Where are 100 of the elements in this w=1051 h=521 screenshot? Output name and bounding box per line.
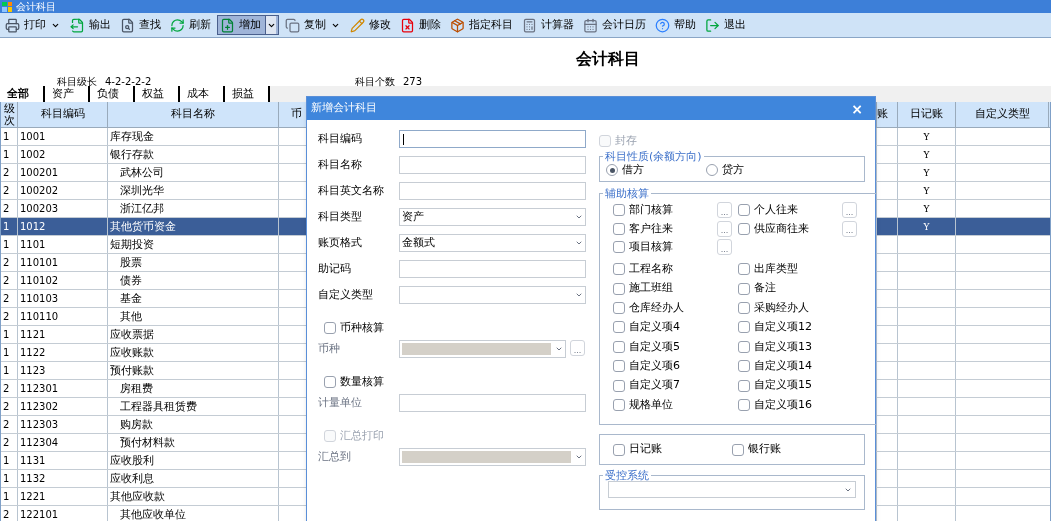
table-cell: 应收账款 xyxy=(110,346,154,359)
checkbox-label: 封存 xyxy=(615,132,637,149)
field-label: 助记码 xyxy=(318,260,352,277)
table-cell: 基金 xyxy=(120,292,142,305)
table-cell: 1101 xyxy=(20,238,46,251)
column-header: 级次 xyxy=(3,102,15,127)
field-label: 科目名称 xyxy=(318,156,363,173)
table-cell: Y xyxy=(923,148,930,161)
checkbox-label: 工程名称 xyxy=(629,260,673,277)
table-cell: Y xyxy=(923,184,930,197)
table-cell: 库存现金 xyxy=(110,130,154,143)
checkbox-label: 日记账 xyxy=(629,441,662,458)
table-cell: 其他 xyxy=(120,310,142,323)
group-legend: 辅助核算 xyxy=(603,188,651,199)
checkbox-label: 施工班组 xyxy=(629,280,673,297)
checkbox-label: 自定义项15 xyxy=(754,377,812,394)
table-cell: 短期投资 xyxy=(110,238,154,251)
checkbox-label: 银行账 xyxy=(748,441,781,458)
table-cell: 1 xyxy=(3,148,10,161)
info-label: 科目级长 xyxy=(57,75,97,87)
info-label: 科目个数 xyxy=(355,75,395,89)
table-cell: 110102 xyxy=(20,274,59,287)
table-cell: 其他应收单位 xyxy=(120,508,186,521)
info-value: 273 xyxy=(403,75,423,89)
table-cell: 股票 xyxy=(120,256,142,269)
table-cell: 应收利息 xyxy=(110,472,154,485)
table-cell: 1121 xyxy=(20,328,46,341)
column-header: 科目编码 xyxy=(40,106,85,123)
table-cell: 购房款 xyxy=(120,418,153,431)
column-header: 自定义类型 xyxy=(974,106,1030,123)
table-cell: 110110 xyxy=(20,310,59,323)
table-cell: 1 xyxy=(3,130,10,143)
table-cell: 工程器具租赁费 xyxy=(120,400,197,413)
table-cell: 预付账款 xyxy=(110,364,154,377)
table-cell: Y xyxy=(923,202,930,215)
table-cell: 2 xyxy=(3,292,10,305)
table-cell: 1122 xyxy=(20,346,46,359)
table-cell: 应收票据 xyxy=(110,328,154,341)
table-cell: 1 xyxy=(3,454,10,467)
table-cell: 1 xyxy=(3,472,10,485)
table-cell: 1221 xyxy=(20,490,46,503)
table-cell: 2 xyxy=(3,256,10,269)
table-cell: 其他应收款 xyxy=(110,490,165,503)
table-cell: 浙江亿邦 xyxy=(120,202,164,215)
table-cell: 112304 xyxy=(20,436,59,449)
table-cell: 112303 xyxy=(20,418,59,431)
table-cell: 100203 xyxy=(20,202,59,215)
table-cell: 100201 xyxy=(20,166,59,179)
radio-label: 借方 xyxy=(622,162,644,178)
table-cell: 2 xyxy=(3,202,10,215)
field-label: 汇总到 xyxy=(318,448,352,465)
table-cell: 应收股利 xyxy=(110,454,154,467)
table-cell: 武林公司 xyxy=(120,166,164,179)
radio-label: 贷方 xyxy=(722,162,744,178)
table-cell: Y xyxy=(923,166,930,179)
column-header: 科目名称 xyxy=(171,106,215,123)
table-cell: 2 xyxy=(3,382,10,395)
table-cell: 110103 xyxy=(20,292,59,305)
checkbox-label: 规格单位 xyxy=(629,396,673,413)
table-cell: 债券 xyxy=(120,274,142,287)
table-cell: 1 xyxy=(3,346,10,359)
checkbox-label: 汇总打印 xyxy=(340,427,384,444)
checkbox-label: 项目核算 xyxy=(629,239,673,255)
table-cell: 1 xyxy=(3,220,10,233)
group-legend: 科目性质(余额方向) xyxy=(603,151,704,162)
table-cell: Y xyxy=(923,220,930,233)
table-cell: 1 xyxy=(3,490,10,503)
table-cell: 122101 xyxy=(20,508,59,521)
table-cell: Y xyxy=(923,130,930,143)
table-cell: 112302 xyxy=(20,400,59,413)
column-header: 账 xyxy=(877,106,888,123)
table-cell: 2 xyxy=(3,418,10,431)
field-label: 科目英文名称 xyxy=(318,182,385,199)
table-cell: 1002 xyxy=(20,148,46,161)
table-cell: 1 xyxy=(3,238,10,251)
field-label: 自定义类型 xyxy=(318,286,374,303)
table-cell: 2 xyxy=(3,400,10,413)
table-cell: 2 xyxy=(3,310,10,323)
table-cell: 2 xyxy=(3,508,10,521)
table-cell: 1 xyxy=(3,364,10,377)
table-cell: 1131 xyxy=(20,454,46,467)
table-cell: 1012 xyxy=(20,220,46,233)
column-header: 币 xyxy=(291,106,302,123)
checkbox-label: 备注 xyxy=(754,280,776,297)
checkbox-label: 部门核算 xyxy=(629,202,673,218)
table-cell: 1123 xyxy=(20,364,46,377)
table-cell: 2 xyxy=(3,436,10,449)
column-header: 日记账 xyxy=(910,106,943,123)
checkbox-label: 客户往来 xyxy=(629,220,673,237)
table-cell: 深圳光华 xyxy=(120,184,164,197)
table-cell: 100202 xyxy=(20,184,59,197)
field-label: 科目编码 xyxy=(318,130,363,147)
field-label: 科目类型 xyxy=(318,208,363,225)
field-label: 计量单位 xyxy=(318,394,363,411)
field-label: 账页格式 xyxy=(318,234,363,251)
checkbox-label: 出库类型 xyxy=(754,260,798,277)
table-cell: 2 xyxy=(3,184,10,197)
table-cell: 其他货币资金 xyxy=(110,220,176,233)
table-cell: 1001 xyxy=(20,130,46,143)
table-cell: 银行存款 xyxy=(110,148,154,161)
